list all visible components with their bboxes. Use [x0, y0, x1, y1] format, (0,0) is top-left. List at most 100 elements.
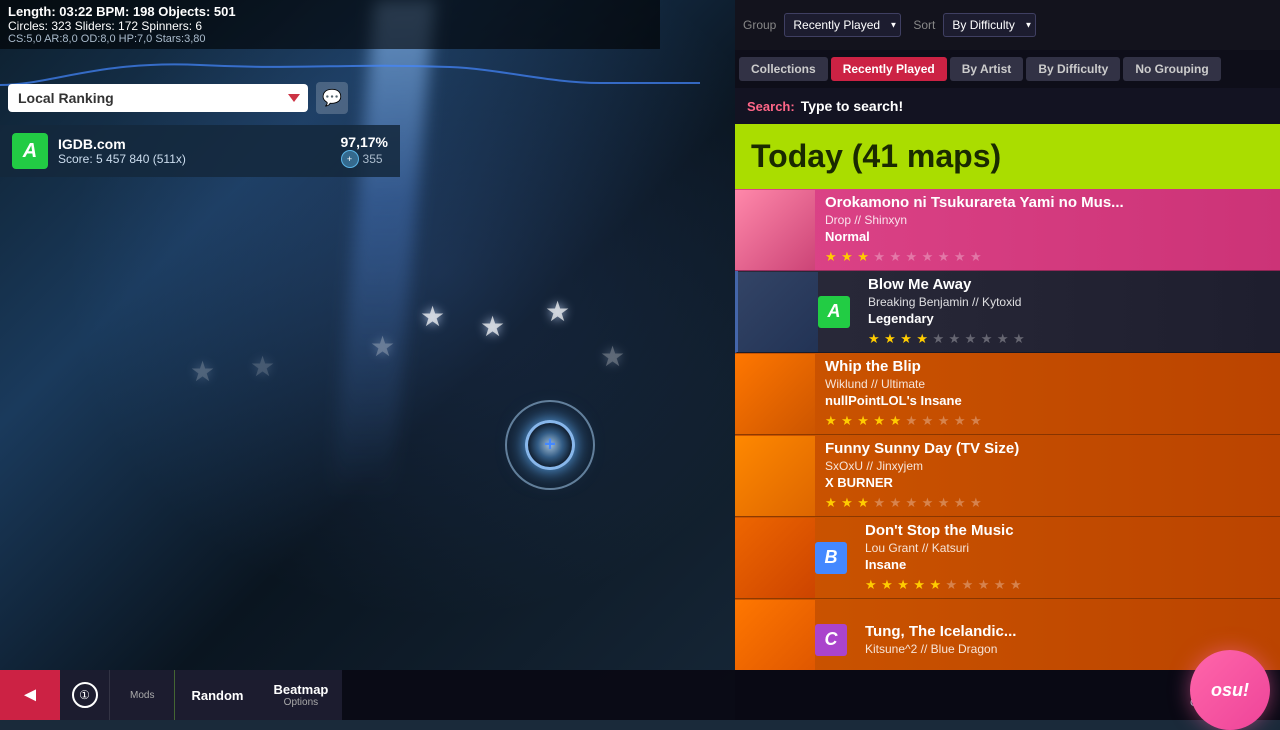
star-icon: ★	[897, 577, 909, 592]
star-icon: ★	[938, 249, 950, 264]
star-icon: ★	[916, 331, 928, 346]
song-title-2: Blow Me Away	[868, 276, 1270, 293]
mods-label: Mods	[130, 690, 154, 701]
star-icon: ★	[868, 331, 880, 346]
score-player-name: IGDB.com	[58, 136, 331, 152]
song-difficulty-2: Legendary	[868, 311, 1270, 326]
group-dropdown-wrapper: Recently Played	[784, 13, 901, 37]
gameplay-star: ★	[600, 340, 625, 373]
star-icon: ★	[906, 249, 918, 264]
song-info-5: Don't Stop the Music Lou Grant // Katsur…	[855, 516, 1280, 600]
chat-icon[interactable]: 💬	[316, 82, 348, 114]
mods-button[interactable]: Mods	[110, 670, 174, 720]
song-item-3[interactable]: Whip the Blip Wiklund // Ultimate nullPo…	[735, 353, 1280, 435]
song-stars-1: ★ ★ ★ ★ ★ ★ ★ ★ ★ ★	[825, 248, 1270, 266]
song-info-3: Whip the Blip Wiklund // Ultimate nullPo…	[815, 352, 1280, 436]
hud-stats-line1: Length: 03:22 BPM: 198 Objects: 501	[8, 4, 652, 19]
gameplay-star: ★	[190, 355, 215, 388]
beatmap-sub-label: Options	[284, 697, 318, 708]
star-icon: ★	[841, 413, 853, 428]
hit-circle: +	[525, 420, 575, 470]
song-artist-1: Drop // Shinxyn	[825, 213, 1270, 227]
mode-icon: ①	[72, 682, 98, 708]
song-title-6: Tung, The Icelandic...	[865, 623, 1270, 640]
filter-by-artist[interactable]: By Artist	[950, 57, 1024, 81]
filter-bar: Collections Recently Played By Artist By…	[735, 50, 1280, 88]
filter-recently-played[interactable]: Recently Played	[831, 57, 947, 81]
song-item-2[interactable]: A Blow Me Away Breaking Benjamin // Kyto…	[735, 271, 1280, 353]
song-item-1[interactable]: Orokamono ni Tsukurareta Yami no Mus... …	[735, 189, 1280, 271]
filter-collections[interactable]: Collections	[739, 57, 828, 81]
star-icon: ★	[873, 495, 885, 510]
local-ranking-wrapper: Local Ranking	[8, 84, 308, 112]
local-ranking-area: Local Ranking 💬	[0, 78, 380, 118]
local-ranking-dropdown[interactable]: Local Ranking	[8, 84, 308, 112]
random-button[interactable]: Random	[174, 670, 259, 720]
search-bar: Search: Type to search!	[735, 88, 1280, 124]
beatmap-options-button[interactable]: Beatmap Options	[259, 670, 342, 720]
star-icon: ★	[900, 331, 912, 346]
star-icon: ★	[970, 413, 982, 428]
star-icon: ★	[841, 249, 853, 264]
song-artist-3: Wiklund // Ultimate	[825, 377, 1270, 391]
song-item-4[interactable]: Funny Sunny Day (TV Size) SxOxU // Jinxy…	[735, 435, 1280, 517]
gameplay-star: ★	[545, 295, 570, 328]
star-icon: ★	[881, 577, 893, 592]
pp-icon: +	[341, 150, 359, 168]
back-button[interactable]: ◄	[0, 670, 60, 720]
gameplay-star: ★	[250, 350, 275, 383]
star-icon: ★	[970, 495, 982, 510]
star-icon: ★	[922, 249, 934, 264]
star-icon: ★	[981, 331, 993, 346]
group-label: Group	[743, 18, 776, 32]
song-thumbnail-3	[735, 354, 815, 434]
star-icon: ★	[922, 495, 934, 510]
gameplay-star: ★	[480, 310, 505, 343]
today-header: Today (41 maps)	[735, 124, 1280, 189]
song-title-5: Don't Stop the Music	[865, 522, 1270, 539]
song-stars-2: ★ ★ ★ ★ ★ ★ ★ ★ ★ ★	[868, 330, 1270, 348]
star-icon: ★	[954, 495, 966, 510]
song-rank-badge-2: A	[818, 296, 850, 328]
star-icon: ★	[865, 577, 877, 592]
search-label: Search:	[747, 99, 795, 114]
filter-no-grouping[interactable]: No Grouping	[1123, 57, 1220, 81]
star-icon: ★	[825, 249, 837, 264]
song-item-5[interactable]: B Don't Stop the Music Lou Grant // Kats…	[735, 517, 1280, 599]
song-stars-5: ★ ★ ★ ★ ★ ★ ★ ★ ★ ★	[865, 576, 1270, 594]
star-icon: ★	[906, 495, 918, 510]
song-thumbnail-2	[738, 272, 818, 352]
star-icon: ★	[954, 413, 966, 428]
hit-circle-plus-icon: +	[544, 434, 556, 457]
star-icon: ★	[1010, 577, 1022, 592]
mode-button[interactable]: ①	[60, 670, 110, 720]
score-entry: A IGDB.com Score: 5 457 840 (511x) 97,17…	[0, 125, 400, 177]
star-icon: ★	[889, 413, 901, 428]
star-icon: ★	[938, 495, 950, 510]
star-icon: ★	[873, 413, 885, 428]
song-title-1: Orokamono ni Tsukurareta Yami no Mus...	[825, 194, 1270, 211]
gameplay-star: ★	[370, 330, 395, 363]
song-artist-4: SxOxU // Jinxyjem	[825, 459, 1270, 473]
song-stars-4: ★ ★ ★ ★ ★ ★ ★ ★ ★ ★	[825, 494, 1270, 512]
star-icon: ★	[913, 577, 925, 592]
star-icon: ★	[962, 577, 974, 592]
search-placeholder: Type to search!	[801, 98, 903, 114]
group-dropdown[interactable]: Recently Played	[784, 13, 901, 37]
star-icon: ★	[978, 577, 990, 592]
sort-dropdown-wrapper: By Difficulty	[943, 13, 1036, 37]
score-pp-value: 355	[363, 152, 383, 166]
song-rank-badge-6: C	[815, 624, 847, 656]
song-info-4: Funny Sunny Day (TV Size) SxOxU // Jinxy…	[815, 434, 1280, 518]
star-icon: ★	[1013, 331, 1025, 346]
song-item-6[interactable]: C Tung, The Icelandic... Kitsune^2 // Bl…	[735, 599, 1280, 670]
hud-stats-line2: Circles: 323 Sliders: 172 Spinners: 6	[8, 19, 652, 33]
song-list: Orokamono ni Tsukurareta Yami no Mus... …	[735, 189, 1280, 670]
score-pp: + 355	[341, 150, 388, 168]
sort-dropdown[interactable]: By Difficulty	[943, 13, 1036, 37]
top-bar: Group Recently Played Sort By Difficulty	[735, 0, 1280, 50]
star-icon: ★	[906, 413, 918, 428]
osu-logo[interactable]: osu!	[1190, 650, 1270, 730]
song-thumbnail-6	[735, 600, 815, 671]
filter-by-difficulty[interactable]: By Difficulty	[1026, 57, 1120, 81]
